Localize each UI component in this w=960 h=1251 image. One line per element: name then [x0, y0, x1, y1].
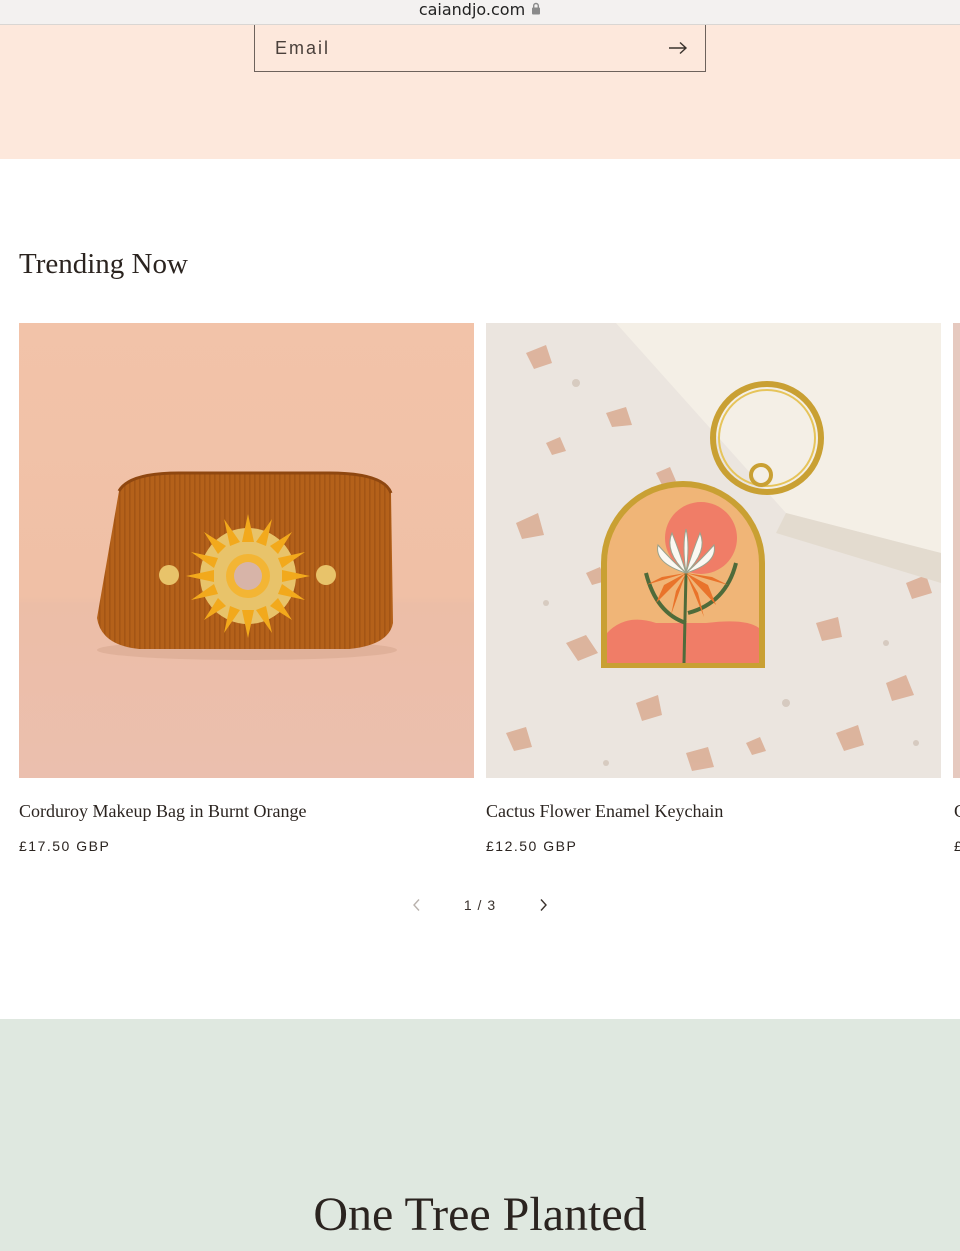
arrow-right-icon: [669, 41, 688, 55]
product-price: £12.50 GBP: [486, 838, 578, 854]
product-image-makeup-bag[interactable]: [19, 323, 474, 778]
url-domain[interactable]: caiandjo.com: [419, 0, 525, 19]
email-form: [254, 25, 706, 72]
lock-icon: [531, 0, 541, 19]
product-card[interactable]: Corduroy Makeup Bag in Burnt Orange £17.…: [19, 323, 474, 854]
chevron-right-icon: [540, 899, 547, 911]
one-tree-title: One Tree Planted: [313, 1188, 647, 1241]
slide-counter: 1 / 3: [463, 897, 497, 913]
product-name[interactable]: Corduroy Makeup Bag in Burnt Orange: [19, 801, 306, 822]
one-tree-section: One Tree Planted: [0, 1019, 960, 1251]
product-image-partial[interactable]: [953, 323, 960, 778]
browser-url-bar[interactable]: caiandjo.com: [0, 0, 960, 25]
product-image-keychain[interactable]: [486, 323, 941, 778]
subscribe-button[interactable]: [665, 35, 691, 61]
section-title-trending: Trending Now: [19, 248, 188, 280]
product-card[interactable]: C £: [953, 323, 960, 854]
product-price: £17.50 GBP: [19, 838, 111, 854]
chevron-left-icon: [413, 899, 420, 911]
previous-slide-button[interactable]: [405, 893, 429, 917]
newsletter-section: [0, 25, 960, 159]
product-name[interactable]: Cactus Flower Enamel Keychain: [486, 801, 723, 822]
email-input[interactable]: [255, 25, 635, 71]
next-slide-button[interactable]: [531, 893, 555, 917]
product-card[interactable]: Cactus Flower Enamel Keychain £12.50 GBP: [486, 323, 941, 854]
product-name[interactable]: C: [954, 801, 960, 822]
product-price: £: [954, 838, 960, 854]
slider-pagination: 1 / 3: [405, 893, 555, 917]
